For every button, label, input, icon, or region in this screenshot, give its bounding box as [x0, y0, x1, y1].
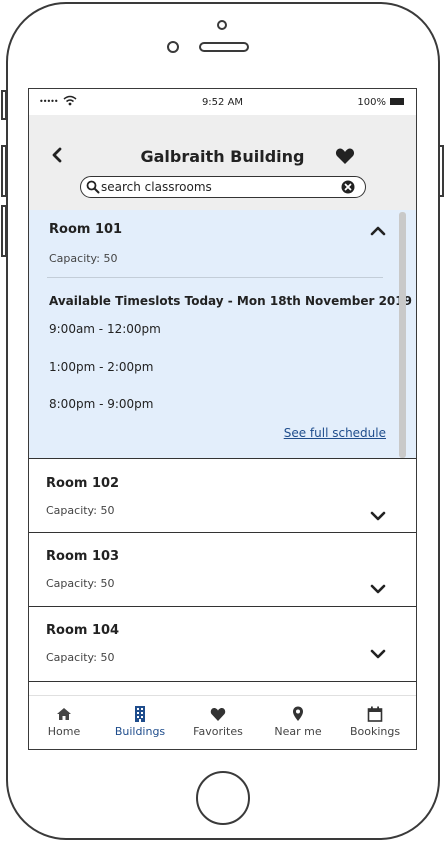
app-screen: ••••• 9:52 AM 100% Galbraith Building se…	[28, 88, 417, 750]
room-name: Room 104	[46, 623, 120, 638]
calendar-icon	[367, 706, 383, 722]
search-bar[interactable]	[80, 176, 366, 198]
room-card[interactable]: Room 104 Capacity: 50	[29, 607, 416, 682]
phone-volume-down-button	[1, 205, 7, 257]
camera-dot	[217, 20, 227, 30]
tab-label: Home	[47, 725, 81, 738]
timeslot: 8:00pm - 9:00pm	[49, 397, 154, 411]
battery-icon	[390, 98, 404, 105]
room-capacity: Capacity: 50	[46, 651, 115, 664]
clear-search-icon[interactable]	[341, 180, 355, 194]
see-full-schedule-link[interactable]: See full schedule	[284, 426, 386, 440]
tab-buildings[interactable]: Buildings	[101, 696, 179, 749]
speaker-grille	[199, 42, 249, 52]
tab-near-me[interactable]: Near me	[259, 696, 337, 749]
room-card[interactable]: Room 102 Capacity: 50	[29, 459, 416, 533]
room-card-expanded[interactable]: Room 101 Capacity: 50 Available Timeslot…	[29, 210, 416, 459]
favorite-heart-icon[interactable]	[335, 147, 355, 165]
room-capacity: Capacity: 50	[46, 504, 115, 517]
status-bar: ••••• 9:52 AM 100%	[29, 89, 416, 115]
page-title: Galbraith Building	[140, 147, 305, 166]
tab-bookings[interactable]: Bookings	[336, 696, 414, 749]
room-name: Room 102	[46, 476, 120, 491]
search-input[interactable]	[101, 178, 331, 195]
timeslots-heading: Available Timeslots Today - Mon 18th Nov…	[49, 294, 412, 308]
scrollbar[interactable]	[399, 212, 406, 458]
sensor-dot	[167, 41, 179, 53]
room-name: Room 101	[49, 222, 123, 237]
divider	[47, 277, 383, 278]
search-icon	[86, 180, 100, 194]
tab-label: Bookings	[349, 725, 401, 738]
tab-home[interactable]: Home	[29, 696, 103, 749]
phone-volume-up-button	[1, 145, 7, 197]
home-icon	[57, 708, 71, 720]
chevron-up-icon[interactable]	[370, 226, 386, 236]
tab-label: Buildings	[114, 725, 166, 738]
room-list[interactable]: Room 101 Capacity: 50 Available Timeslot…	[29, 210, 416, 695]
home-button[interactable]	[196, 771, 250, 825]
app-header: Galbraith Building	[29, 115, 416, 210]
chevron-down-icon[interactable]	[370, 511, 386, 521]
chevron-down-icon[interactable]	[370, 584, 386, 594]
chevron-down-icon[interactable]	[370, 649, 386, 659]
map-pin-icon	[293, 706, 303, 721]
timeslot: 9:00am - 12:00pm	[49, 322, 161, 336]
heart-icon	[210, 708, 226, 721]
phone-side-button	[1, 90, 7, 120]
battery-percent: 100%	[357, 97, 386, 108]
tab-favorites[interactable]: Favorites	[179, 696, 257, 749]
timeslot: 1:00pm - 2:00pm	[49, 360, 154, 374]
room-capacity: Capacity: 50	[46, 577, 115, 590]
room-name: Room 103	[46, 549, 120, 564]
room-capacity: Capacity: 50	[49, 252, 118, 265]
tab-label: Favorites	[193, 725, 243, 738]
bottom-tab-bar: Home Buildings Favorites Near me Booking…	[29, 695, 416, 749]
room-card[interactable]: Room 103 Capacity: 50	[29, 533, 416, 607]
phone-power-button	[438, 145, 444, 197]
tab-label: Near me	[274, 725, 322, 738]
building-icon	[135, 706, 145, 722]
